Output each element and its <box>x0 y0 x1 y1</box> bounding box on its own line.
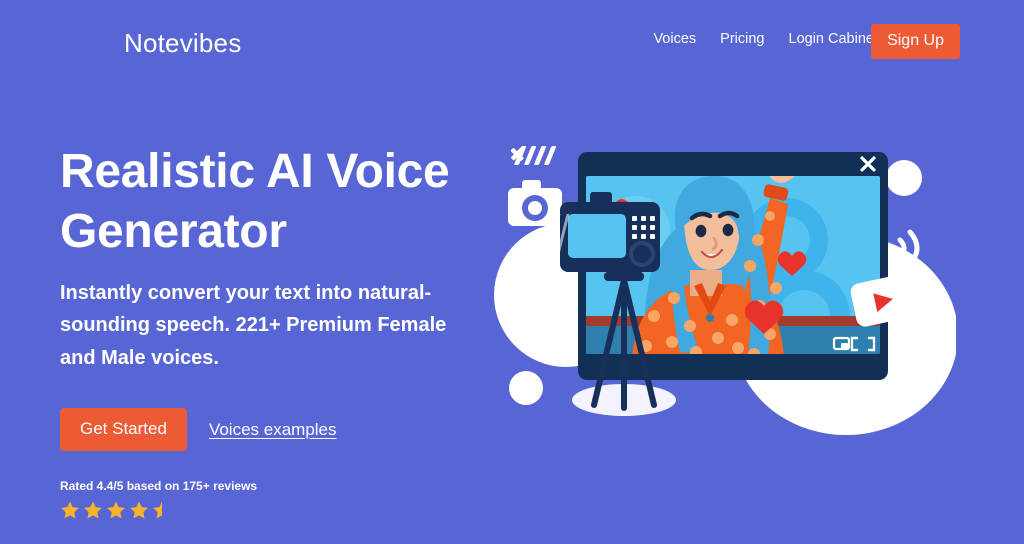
site-header: Notevibes Voices Pricing Login Cabinet S… <box>0 0 1024 84</box>
nav-item-login-cabinet[interactable]: Login Cabinet <box>789 31 879 47</box>
star-full-icon <box>130 501 148 519</box>
cta-row: Get Started Voices examples <box>60 408 490 452</box>
star-full-icon <box>84 501 102 519</box>
hero-content: Realistic AI Voice Generator Instantly c… <box>60 142 490 520</box>
main-navigation: Voices Pricing Login Cabinet <box>653 31 878 47</box>
rating-text: Rated 4.4/5 based on 175+ reviews <box>60 479 258 494</box>
landing-page: Notevibes Voices Pricing Login Cabinet S… <box>0 0 1024 544</box>
voices-examples-link[interactable]: Voices examples <box>209 420 337 440</box>
decor-dot <box>509 371 543 405</box>
star-rating <box>60 500 490 520</box>
shirt-button <box>706 314 714 322</box>
camera-screen <box>568 214 626 258</box>
sign-up-button[interactable]: Sign Up <box>871 24 960 59</box>
star-full-icon <box>61 501 79 519</box>
camera-keypad <box>632 216 655 239</box>
star-half-icon <box>153 501 162 519</box>
decor-dot <box>886 160 922 196</box>
nav-item-pricing[interactable]: Pricing <box>720 31 764 47</box>
page-title: Realistic AI Voice Generator <box>60 145 450 259</box>
camera-top <box>590 192 612 204</box>
brand-logo[interactable]: Notevibes <box>124 28 241 59</box>
hero-illustration <box>486 120 956 440</box>
rating-block: Rated 4.4/5 based on 175+ reviews <box>60 479 490 520</box>
get-started-button[interactable]: Get Started <box>60 408 187 452</box>
tripod-head <box>604 272 644 281</box>
nav-item-voices[interactable]: Voices <box>653 31 696 47</box>
star-full-icon <box>107 501 125 519</box>
hero-subheadline: Instantly convert your text into natural… <box>60 281 447 369</box>
